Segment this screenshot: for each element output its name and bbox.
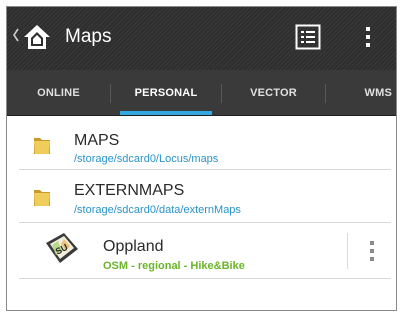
folder-item-maps[interactable]: MAPS /storage/sdcard0/Locus/maps — [19, 119, 391, 170]
tab-wms-label: WMS — [364, 87, 392, 99]
home-icon[interactable] — [22, 22, 52, 52]
folder-title: MAPS — [74, 132, 120, 149]
tab-vector-label: VECTOR — [250, 87, 297, 99]
folder-title: EXTERNMAPS — [74, 182, 185, 199]
folder-path: /storage/sdcard0/data/externMaps — [74, 204, 241, 216]
map-pack-icon: SU — [46, 233, 78, 263]
item-divider — [347, 233, 348, 269]
list-view-icon[interactable] — [295, 24, 321, 50]
screenshot-frame: Maps ONLINE PERSONAL VECTOR WMS MAPS /st… — [6, 6, 397, 311]
tab-personal[interactable]: PERSONAL — [111, 70, 221, 115]
selected-tab-indicator — [120, 111, 212, 115]
app-title: Maps — [65, 26, 112, 47]
map-subtitle: OSM - regional - Hike&Bike — [103, 260, 245, 272]
tab-wms[interactable]: WMS — [326, 70, 396, 115]
item-overflow-menu-icon[interactable] — [367, 238, 377, 264]
tab-personal-label: PERSONAL — [134, 87, 198, 99]
overflow-menu-icon[interactable] — [361, 23, 375, 51]
action-bar: Maps — [7, 7, 396, 70]
map-item-oppland[interactable]: SU Oppland OSM - regional - Hike&Bike — [19, 223, 391, 279]
folder-path: /storage/sdcard0/Locus/maps — [74, 153, 219, 165]
tab-online[interactable]: ONLINE — [7, 70, 110, 115]
tab-online-label: ONLINE — [37, 87, 80, 99]
folder-icon — [34, 138, 50, 154]
back-arrow-icon[interactable] — [12, 25, 20, 45]
folder-item-externmaps[interactable]: EXTERNMAPS /storage/sdcard0/data/externM… — [19, 170, 391, 223]
folder-icon — [34, 190, 50, 206]
tab-bar: ONLINE PERSONAL VECTOR WMS — [7, 70, 396, 116]
map-title: Oppland — [103, 238, 164, 255]
tab-vector[interactable]: VECTOR — [222, 70, 325, 115]
